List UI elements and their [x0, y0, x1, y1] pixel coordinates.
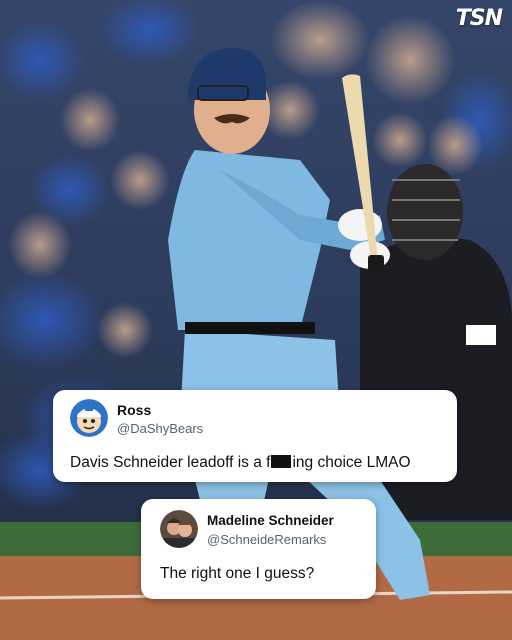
tweet-handle[interactable]: @DaShyBears	[117, 421, 203, 436]
redaction-block	[271, 455, 292, 468]
tweet-card-madeline[interactable]: Madeline Schneider @SchneideRemarks The …	[141, 499, 376, 599]
tweet-card-ross[interactable]: Ross @DaShyBears Davis Schneider leadoff…	[53, 390, 457, 482]
tweet-text: The right one I guess?	[160, 565, 315, 582]
photo-avatar-icon	[160, 510, 198, 548]
cartoon-avatar-icon	[70, 399, 108, 437]
tweet-text-part-2: ing choice LMAO	[292, 454, 411, 471]
tweet-display-name[interactable]: Madeline Schneider	[207, 513, 334, 528]
tweet-display-name[interactable]: Ross	[117, 402, 151, 418]
tweet-text: Davis Schneider leadoff is a f ing choice…	[70, 454, 411, 472]
post-image: TSN Ross @DaShyBears Davis Schneider lea…	[0, 0, 512, 640]
tweet-handle[interactable]: @SchneideRemarks	[207, 532, 326, 547]
tsn-logo: TSN	[455, 6, 503, 31]
tweet-text-part-1: Davis Schneider leadoff is a f	[70, 454, 271, 471]
